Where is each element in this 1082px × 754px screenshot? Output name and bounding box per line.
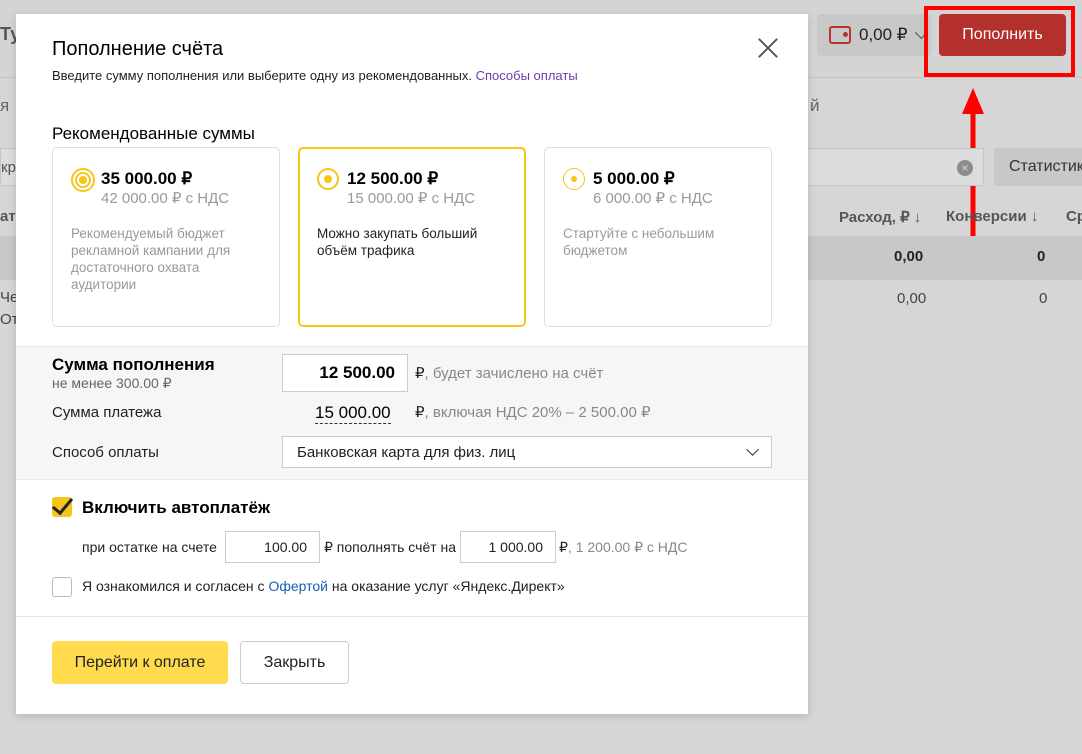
recommended-card-3[interactable]: 5 000.00 ₽ 6 000.00 ₽ с НДС Стартуйте с …	[544, 147, 772, 327]
agreement-checkbox[interactable]	[52, 577, 72, 597]
statistics-button[interactable]: Статистик	[994, 148, 1082, 186]
card-vat: 42 000.00 ₽ с НДС	[101, 190, 230, 207]
card-vat: 15 000.00 ₽ с НДС	[347, 190, 476, 207]
column-header-spend[interactable]: Расход, ₽ ↓	[839, 208, 921, 226]
radio-icon	[317, 168, 339, 190]
radio-icon	[71, 168, 95, 192]
agreement-text: Я ознакомился и согласен с Офертой на ок…	[82, 578, 565, 594]
card-amount: 5 000.00 ₽	[593, 169, 675, 188]
search-value: кр	[1, 159, 16, 176]
payment-amount-label: Сумма платежа	[52, 404, 162, 421]
autopay-vat-note: ₽, 1 200.00 ₽ с НДС	[559, 539, 687, 556]
column-header-left[interactable]: ат	[0, 208, 16, 225]
autopay-amount-input[interactable]	[460, 531, 556, 563]
sum-minimum: не менее 300.00 ₽	[52, 375, 172, 391]
payment-amount-value[interactable]: 15 000.00	[315, 403, 391, 424]
tab-fragment-right[interactable]: й	[810, 96, 820, 116]
card-description: Стартуйте с небольшим бюджетом	[563, 226, 715, 258]
total-spend: 0,00	[894, 248, 924, 265]
payment-note: ₽, включая НДС 20% – 2 500.00 ₽	[415, 403, 651, 421]
close-icon[interactable]	[758, 38, 778, 58]
card-amount: 35 000.00 ₽	[101, 169, 193, 188]
payment-currency: ₽	[415, 404, 425, 421]
payment-method-select[interactable]: Банковская карта для физ. лиц	[282, 436, 772, 468]
autopay-when-text: при остатке на счете	[82, 539, 217, 555]
clear-icon[interactable]: ×	[957, 160, 973, 176]
sum-input[interactable]	[282, 354, 408, 392]
wallet-balance[interactable]: 0,00 ₽	[817, 14, 931, 56]
row-conversions: 0	[1039, 290, 1048, 307]
agreement-suffix: на оказание услуг «Яндекс.Директ»	[331, 578, 565, 594]
payment-note-text: , включая НДС 20% – 2 500.00 ₽	[424, 404, 651, 421]
autopay-vat-text: , 1 200.00 ₽ с НДС	[567, 539, 688, 555]
column-header-conversions[interactable]: Конверсии ↓	[946, 208, 1038, 225]
go-to-payment-button[interactable]: Перейти к оплате	[52, 641, 228, 684]
offer-link[interactable]: Офертой	[268, 578, 328, 594]
autopay-topup-text: ₽ пополнять счёт на	[324, 539, 457, 555]
column-header-extra[interactable]: Ср	[1066, 208, 1082, 225]
modal-title: Пополнение счёта	[52, 38, 224, 60]
divider	[16, 616, 808, 617]
recommended-card-2[interactable]: 12 500.00 ₽ 15 000.00 ₽ с НДС Можно заку…	[298, 147, 526, 327]
chevron-down-icon	[746, 443, 759, 456]
payment-methods-link[interactable]: Способы оплаты	[476, 68, 578, 83]
autopay-label: Включить автоплатёж	[82, 498, 271, 517]
card-vat: 6 000.00 ₽ с НДС	[593, 190, 713, 207]
card-description: Рекомендуемый бюджет рекламной кампании …	[71, 226, 231, 292]
sum-currency: ₽	[415, 365, 425, 382]
total-conversions: 0	[1037, 248, 1046, 265]
payment-method-value: Банковская карта для физ. лиц	[297, 444, 516, 461]
row-spend: 0,00	[897, 290, 927, 307]
autopay-currency: ₽	[559, 539, 568, 555]
subtitle-text: Введите сумму пополнения или выберите од…	[52, 68, 472, 83]
radio-icon	[563, 168, 585, 190]
sum-label: Сумма пополнения	[52, 355, 215, 374]
close-button[interactable]: Закрыть	[240, 641, 349, 684]
topup-modal: Пополнение счёта Введите сумму пополнени…	[16, 14, 808, 714]
tab-fragment-left[interactable]: я	[0, 96, 9, 116]
sum-note: ₽, будет зачислено на счёт	[415, 364, 603, 382]
sum-note-text: , будет зачислено на счёт	[424, 365, 604, 382]
autopay-checkbox[interactable]	[52, 497, 72, 517]
wallet-icon	[829, 26, 851, 44]
autopay-threshold-input[interactable]	[225, 531, 320, 563]
wallet-amount: 0,00 ₽	[859, 25, 908, 44]
highlight-annotation-box	[924, 6, 1075, 77]
recommended-card-1[interactable]: 35 000.00 ₽ 42 000.00 ₽ с НДС Рекомендуе…	[52, 147, 280, 327]
card-description: Можно закупать больший объём трафика	[317, 226, 478, 258]
payment-method-label: Способ оплаты	[52, 444, 159, 461]
recommended-title: Рекомендованные суммы	[52, 124, 255, 143]
agreement-prefix: Я ознакомился и согласен с	[82, 578, 265, 594]
card-amount: 12 500.00 ₽	[347, 169, 439, 188]
modal-subtitle: Введите сумму пополнения или выберите од…	[52, 68, 578, 83]
